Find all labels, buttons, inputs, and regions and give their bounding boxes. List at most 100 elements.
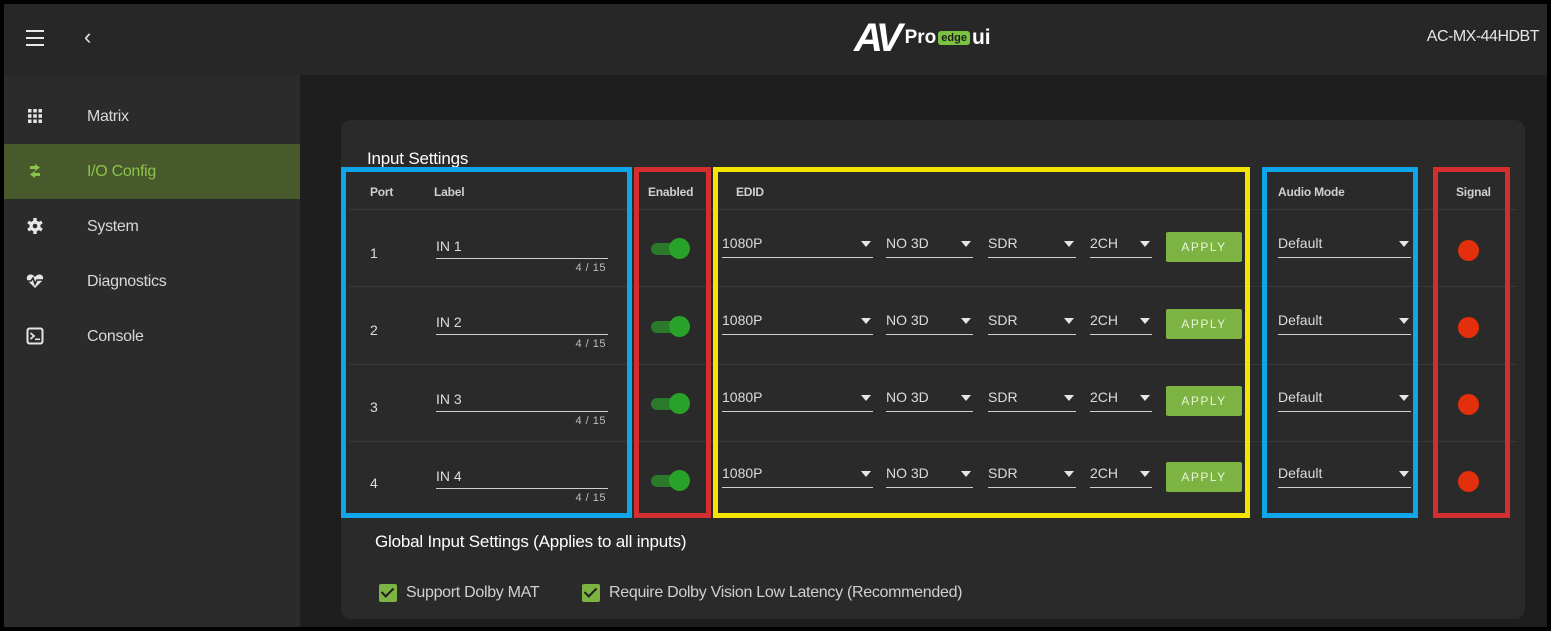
sidebar-item-label: I/O Config: [87, 162, 157, 180]
char-counter: 4 / 15: [575, 415, 606, 427]
sidebar-item-matrix[interactable]: Matrix: [4, 89, 300, 144]
enabled-toggle[interactable]: [651, 469, 691, 491]
row-divider: [349, 286, 1517, 287]
chevron-down-icon: [1064, 395, 1074, 401]
top-bar: ‹ AV Pro edge ui AC-MX-44HDBT: [4, 4, 1547, 75]
audio-mode-select[interactable]: Default: [1278, 309, 1411, 335]
checkbox-checked-icon[interactable]: [582, 584, 600, 602]
dolby-vision-low-latency-option[interactable]: Require Dolby Vision Low Latency (Recomm…: [582, 584, 963, 602]
column-header-port: Port: [370, 185, 394, 199]
support-dolby-mat-option[interactable]: Support Dolby MAT: [379, 584, 540, 602]
3d-mode-select[interactable]: NO 3D: [886, 232, 973, 258]
chevron-down-icon: [1140, 241, 1150, 247]
sidebar-item-system[interactable]: System: [4, 199, 300, 254]
chevron-down-icon: [961, 318, 971, 324]
sidebar-item-io-config[interactable]: I/O Config: [4, 144, 300, 199]
hdr-select[interactable]: SDR: [988, 386, 1076, 412]
resolution-select[interactable]: 1080P: [722, 386, 873, 412]
audio-mode-select[interactable]: Default: [1278, 386, 1411, 412]
terminal-icon: [26, 327, 44, 345]
apply-button[interactable]: APPLY: [1166, 232, 1242, 262]
resolution-select[interactable]: 1080P: [722, 232, 873, 258]
chevron-down-icon: [861, 471, 871, 477]
channels-select[interactable]: 2CH: [1090, 462, 1152, 488]
checkbox-label: Require Dolby Vision Low Latency (Recomm…: [609, 584, 963, 601]
column-header-enabled: Enabled: [648, 185, 694, 199]
section-title: Input Settings: [367, 149, 469, 168]
header-divider: [349, 209, 1517, 210]
signal-indicator: [1458, 240, 1479, 261]
sidebar-item-label: Console: [87, 327, 144, 345]
port-number: 1: [370, 245, 378, 261]
device-model: AC-MX-44HDBT: [1426, 28, 1540, 45]
chevron-down-icon: [1064, 318, 1074, 324]
chevron-down-icon: [1140, 471, 1150, 477]
swap-arrows-icon: [30, 164, 40, 178]
apply-button[interactable]: APPLY: [1166, 462, 1242, 492]
checkbox-label: Support Dolby MAT: [406, 584, 540, 601]
chevron-down-icon: [961, 471, 971, 477]
gear-icon: [27, 218, 43, 234]
sidebar: Matrix I/O Config System Diagnostics Con…: [4, 75, 300, 627]
chevron-down-icon: [861, 241, 871, 247]
chevron-down-icon: [861, 395, 871, 401]
label-value: IN 4: [436, 468, 462, 484]
chevron-down-icon: [961, 395, 971, 401]
chevron-down-icon: [1140, 318, 1150, 324]
sidebar-item-label: System: [87, 217, 139, 235]
hamburger-menu-icon[interactable]: [26, 30, 44, 46]
sidebar-item-diagnostics[interactable]: Diagnostics: [4, 254, 300, 309]
3d-mode-select[interactable]: NO 3D: [886, 309, 973, 335]
3d-mode-select[interactable]: NO 3D: [886, 386, 973, 412]
channels-select[interactable]: 2CH: [1090, 386, 1152, 412]
enabled-toggle[interactable]: [651, 392, 691, 414]
channels-select[interactable]: 2CH: [1090, 232, 1152, 258]
hdr-select[interactable]: SDR: [988, 232, 1076, 258]
column-header-audio-mode: Audio Mode: [1278, 185, 1345, 199]
column-header-label: Label: [434, 185, 465, 199]
enabled-toggle[interactable]: [651, 315, 691, 337]
port-number: 3: [370, 399, 378, 415]
signal-indicator: [1458, 317, 1479, 338]
audio-mode-select[interactable]: Default: [1278, 462, 1411, 488]
chevron-down-icon: [961, 241, 971, 247]
resolution-select[interactable]: 1080P: [722, 462, 873, 488]
audio-mode-select[interactable]: Default: [1278, 232, 1411, 258]
column-header-signal: Signal: [1456, 185, 1491, 199]
sidebar-item-label: Diagnostics: [87, 272, 167, 290]
chevron-down-icon: [861, 318, 871, 324]
channels-select[interactable]: 2CH: [1090, 309, 1152, 335]
port-number: 2: [370, 322, 378, 338]
back-chevron-icon[interactable]: ‹: [84, 24, 91, 50]
label-input[interactable]: IN 1 4 / 15: [436, 238, 608, 278]
char-counter: 4 / 15: [575, 492, 606, 504]
avpro-edge-logo: AV Pro edge ui: [854, 16, 991, 60]
heartbeat-icon: [26, 274, 44, 288]
sidebar-item-console[interactable]: Console: [4, 309, 300, 364]
label-input[interactable]: IN 2 4 / 15: [436, 314, 608, 354]
apply-button[interactable]: APPLY: [1166, 309, 1242, 339]
label-value: IN 3: [436, 391, 462, 407]
char-counter: 4 / 15: [575, 262, 606, 274]
char-counter: 4 / 15: [575, 338, 606, 350]
port-number: 4: [370, 475, 378, 491]
checkbox-checked-icon[interactable]: [379, 584, 397, 602]
label-input[interactable]: IN 4 4 / 15: [436, 468, 608, 508]
3d-mode-select[interactable]: NO 3D: [886, 462, 973, 488]
global-settings-title: Global Input Settings (Applies to all in…: [375, 532, 687, 551]
apply-button[interactable]: APPLY: [1166, 386, 1242, 416]
hdr-select[interactable]: SDR: [988, 462, 1076, 488]
resolution-select[interactable]: 1080P: [722, 309, 873, 335]
enabled-toggle[interactable]: [651, 237, 691, 259]
sidebar-item-label: Matrix: [87, 107, 129, 125]
chevron-down-icon: [1399, 241, 1409, 247]
signal-indicator: [1458, 471, 1479, 492]
label-input[interactable]: IN 3 4 / 15: [436, 391, 608, 431]
app-window: ‹ AV Pro edge ui AC-MX-44HDBT Matrix I/O…: [4, 4, 1547, 627]
chevron-down-icon: [1399, 471, 1409, 477]
grid-icon: [28, 109, 42, 123]
label-value: IN 1: [436, 238, 462, 254]
chevron-down-icon: [1064, 471, 1074, 477]
hdr-select[interactable]: SDR: [988, 309, 1076, 335]
chevron-down-icon: [1140, 395, 1150, 401]
